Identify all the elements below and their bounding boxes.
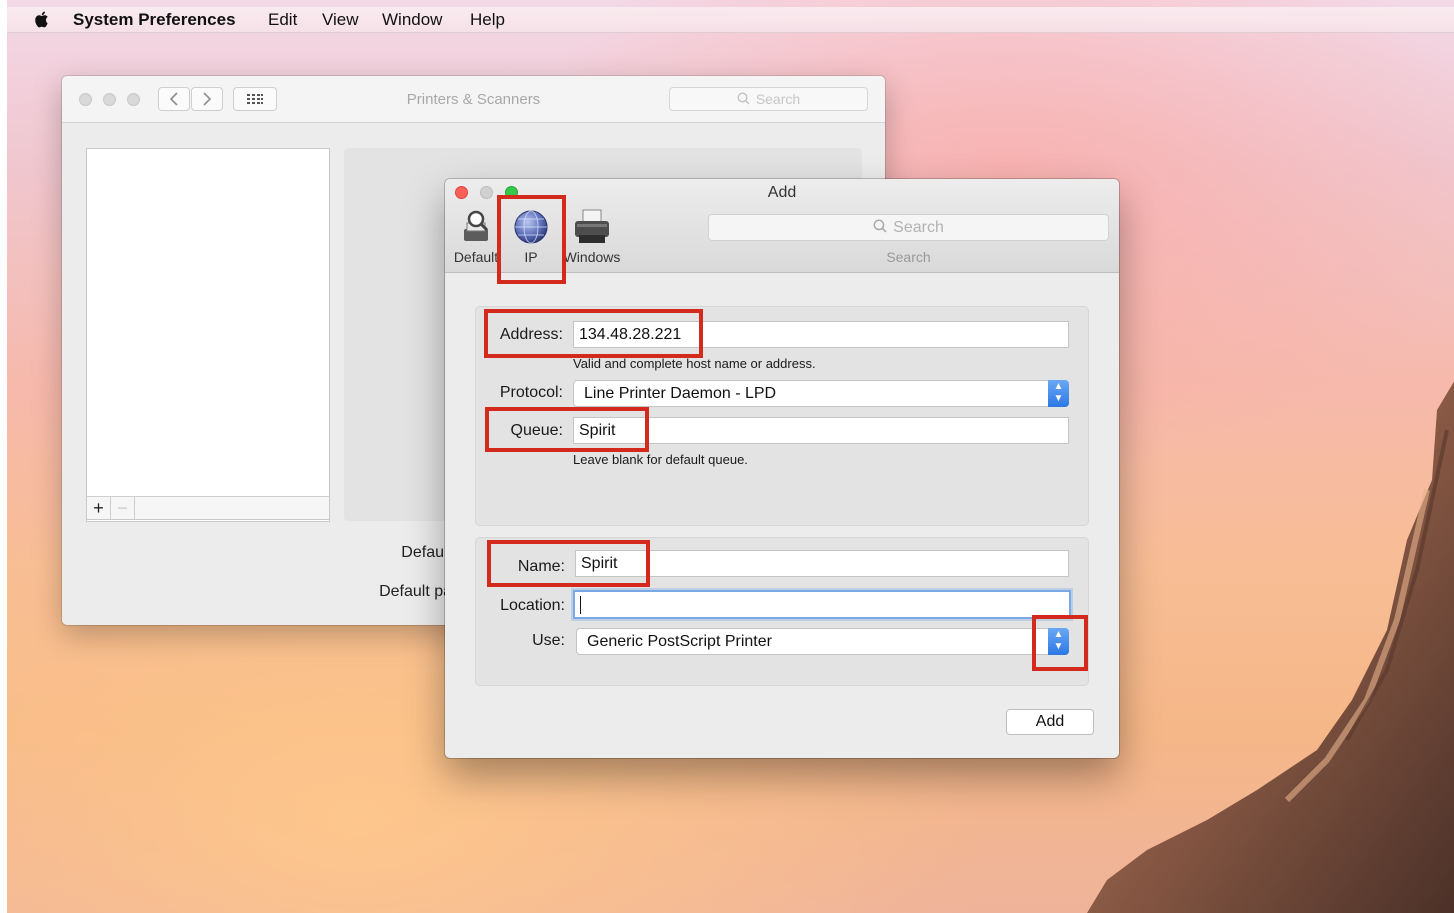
add-button[interactable]: Add	[1006, 709, 1094, 735]
tab-windows[interactable]: Windows	[561, 207, 623, 269]
use-value: Generic PostScript Printer	[587, 633, 772, 650]
windows-printer-icon	[575, 209, 609, 243]
add-printer-button[interactable]: +	[87, 497, 111, 520]
menu-window[interactable]: Window	[382, 10, 442, 30]
protocol-label: Protocol:	[499, 384, 563, 401]
use-label: Use:	[532, 632, 565, 649]
address-hint: Valid and complete host name or address.	[573, 356, 816, 371]
menu-bar: System Preferences Edit View Window Help	[7, 7, 1454, 33]
search-placeholder: Search	[755, 91, 801, 107]
tab-default-label: Default	[453, 249, 499, 265]
dialog-search-input[interactable]: Search	[708, 214, 1109, 241]
mountain-rock-image	[1087, 381, 1454, 913]
protocol-value: Line Printer Daemon - LPD	[584, 385, 777, 402]
dialog-search-placeholder: Search	[893, 219, 944, 236]
window-titlebar: Printers & Scanners Search	[62, 76, 885, 123]
default-printer-icon	[464, 210, 489, 241]
menu-help[interactable]: Help	[470, 10, 505, 30]
list-controls: + −	[86, 496, 330, 520]
location-field[interactable]	[573, 590, 1071, 619]
menu-app-name[interactable]: System Preferences	[73, 10, 236, 30]
protocol-stepper[interactable]: ▲ ▼	[1048, 380, 1069, 407]
default-printer-label: Default	[401, 544, 452, 561]
annotation-queue	[485, 407, 649, 452]
remove-printer-button[interactable]: −	[111, 497, 135, 520]
search-icon	[873, 219, 887, 233]
location-label: Location:	[500, 597, 565, 614]
text-caret	[580, 595, 581, 614]
tab-windows-label: Windows	[563, 249, 621, 265]
menu-edit[interactable]: Edit	[268, 10, 297, 30]
annotation-address	[484, 309, 703, 358]
annotation-use-stepper	[1032, 615, 1088, 671]
use-select[interactable]: Generic PostScript Printer ▲ ▼	[576, 628, 1069, 655]
default-paper-label: Default pa	[379, 583, 452, 600]
dialog-search-caption: Search	[886, 249, 931, 265]
search-icon	[737, 92, 750, 105]
tab-default[interactable]: Default	[453, 207, 499, 269]
printer-list[interactable]	[86, 148, 330, 522]
menu-view[interactable]: View	[322, 10, 359, 30]
protocol-select[interactable]: Line Printer Daemon - LPD ▲ ▼	[573, 380, 1069, 407]
annotation-name	[487, 540, 650, 587]
apple-menu-icon[interactable]	[33, 10, 49, 29]
queue-hint: Leave blank for default queue.	[573, 452, 748, 467]
annotation-ip-tab	[497, 195, 566, 284]
search-input[interactable]: Search	[669, 87, 868, 111]
